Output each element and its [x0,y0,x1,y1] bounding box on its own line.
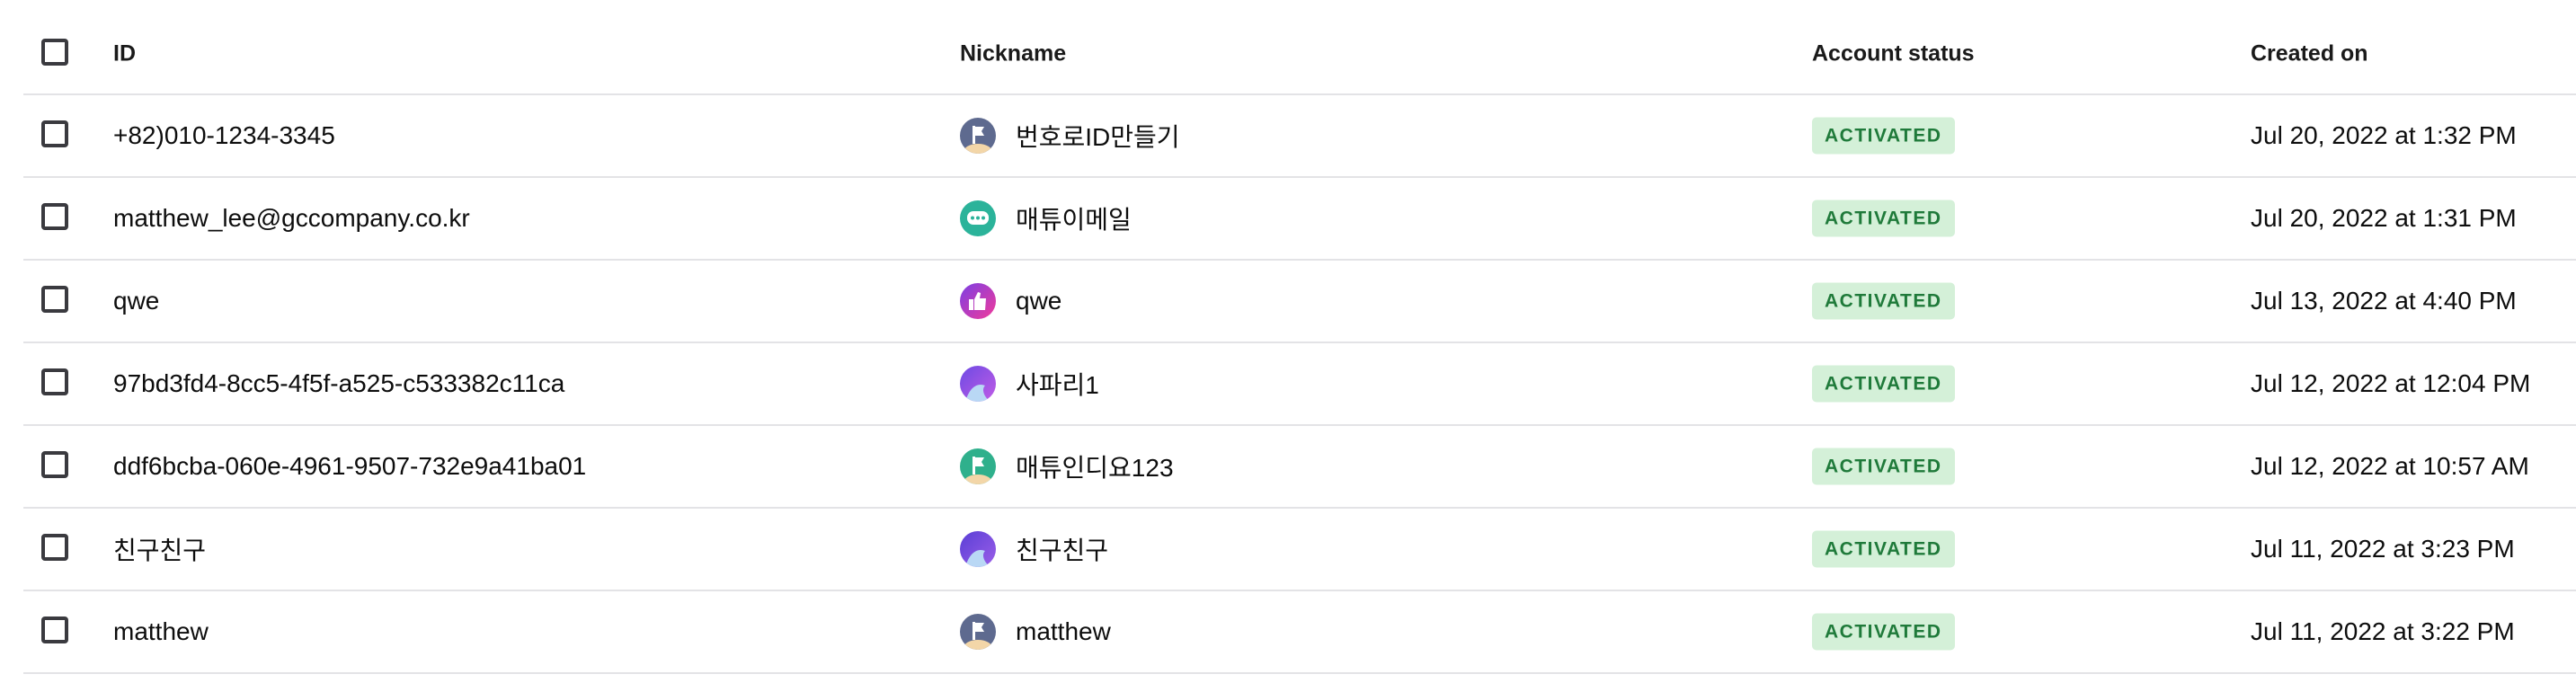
table-row[interactable]: qwe qwe ACTIVATED Jul 13, 2022 at 4:40 P… [23,261,2576,343]
status-badge: ACTIVATED [1812,282,1955,320]
status-badge: ACTIVATED [1812,365,1955,403]
nickname-text: 매튜인디요123 [1016,454,1174,482]
user-id: matthew_lee@gccompany.co.kr [113,204,470,232]
status-cell: ACTIVATED [1812,200,1955,237]
table-row[interactable]: +82)010-1234-3345 번호로ID만들기 ACTIVATED Jul… [23,95,2576,178]
row-checkbox[interactable] [41,616,68,643]
row-checkbox[interactable] [41,286,68,313]
users-table: ID Nickname Account status Created on +8… [23,14,2576,674]
created-on: Jul 20, 2022 at 1:31 PM [2251,204,2517,232]
flag-avatar-icon [960,614,996,650]
user-id: 친구친구 [113,537,207,564]
table-row[interactable]: matthew_lee@gccompany.co.kr 매튜이메일 ACTIVA… [23,178,2576,261]
created-on: Jul 13, 2022 at 4:40 PM [2251,287,2517,315]
created-on: Jul 12, 2022 at 10:57 AM [2251,452,2529,480]
nickname-cell: matthew [960,614,1111,650]
wave-avatar-icon [960,366,996,402]
user-id: ddf6bcba-060e-4961-9507-732e9a41ba01 [113,452,587,480]
status-badge: ACTIVATED [1812,613,1955,651]
nickname-cell: 친구친구 [960,531,1108,567]
row-checkbox[interactable] [41,203,68,230]
select-all-checkbox[interactable] [41,39,68,66]
table-row[interactable]: matthew matthew ACTIVATED Jul 11, 2022 a… [23,591,2576,674]
nickname-cell: 매튜이메일 [960,200,1132,236]
wave-avatar-icon [960,531,996,567]
nickname-cell: 번호로ID만들기 [960,118,1180,154]
user-id: matthew [113,617,209,645]
user-id: 97bd3fd4-8cc5-4f5f-a525-c533382c11ca [113,369,565,397]
row-checkbox[interactable] [41,451,68,478]
row-checkbox[interactable] [41,120,68,147]
nickname-text: 매튜이메일 [1016,206,1132,234]
row-checkbox[interactable] [41,534,68,561]
nickname-text: 번호로ID만들기 [1016,123,1180,151]
table-header-row: ID Nickname Account status Created on [23,14,2576,95]
row-checkbox[interactable] [41,368,68,395]
created-on: Jul 11, 2022 at 3:23 PM [2251,535,2515,563]
status-cell: ACTIVATED [1812,365,1955,403]
nickname-cell: qwe [960,283,1061,319]
status-cell: ACTIVATED [1812,613,1955,651]
column-header-id[interactable]: ID [113,41,136,67]
table-row[interactable]: ddf6bcba-060e-4961-9507-732e9a41ba01 매튜인… [23,426,2576,509]
created-on: Jul 12, 2022 at 12:04 PM [2251,369,2531,397]
column-header-account-status[interactable]: Account status [1812,41,1975,67]
nickname-cell: 사파리1 [960,366,1099,402]
status-cell: ACTIVATED [1812,530,1955,568]
status-cell: ACTIVATED [1812,117,1955,155]
nickname-text: matthew [1016,617,1111,645]
user-id: qwe [113,287,160,315]
column-header-nickname[interactable]: Nickname [960,41,1066,67]
created-on: Jul 20, 2022 at 1:32 PM [2251,121,2517,149]
status-badge: ACTIVATED [1812,530,1955,568]
status-badge: ACTIVATED [1812,117,1955,155]
table-row[interactable]: 친구친구 친구친구 ACTIVATED Jul 11, 2022 at 3:23… [23,509,2576,591]
chat-bubble-avatar-icon [960,200,996,236]
flag-avatar-icon [960,118,996,154]
nickname-text: qwe [1016,287,1062,315]
status-badge: ACTIVATED [1812,448,1955,485]
user-id: +82)010-1234-3345 [113,121,335,149]
status-badge: ACTIVATED [1812,200,1955,237]
status-cell: ACTIVATED [1812,448,1955,485]
table-row[interactable]: 97bd3fd4-8cc5-4f5f-a525-c533382c11ca 사파리… [23,343,2576,426]
nickname-text: 사파리1 [1016,371,1099,399]
status-cell: ACTIVATED [1812,282,1955,320]
nickname-text: 친구친구 [1016,537,1109,564]
thumbs-up-avatar-icon [960,283,996,319]
column-header-created-on[interactable]: Created on [2251,41,2368,67]
flag-avatar-icon [960,448,996,484]
created-on: Jul 11, 2022 at 3:22 PM [2251,617,2515,645]
nickname-cell: 매튜인디요123 [960,448,1174,484]
